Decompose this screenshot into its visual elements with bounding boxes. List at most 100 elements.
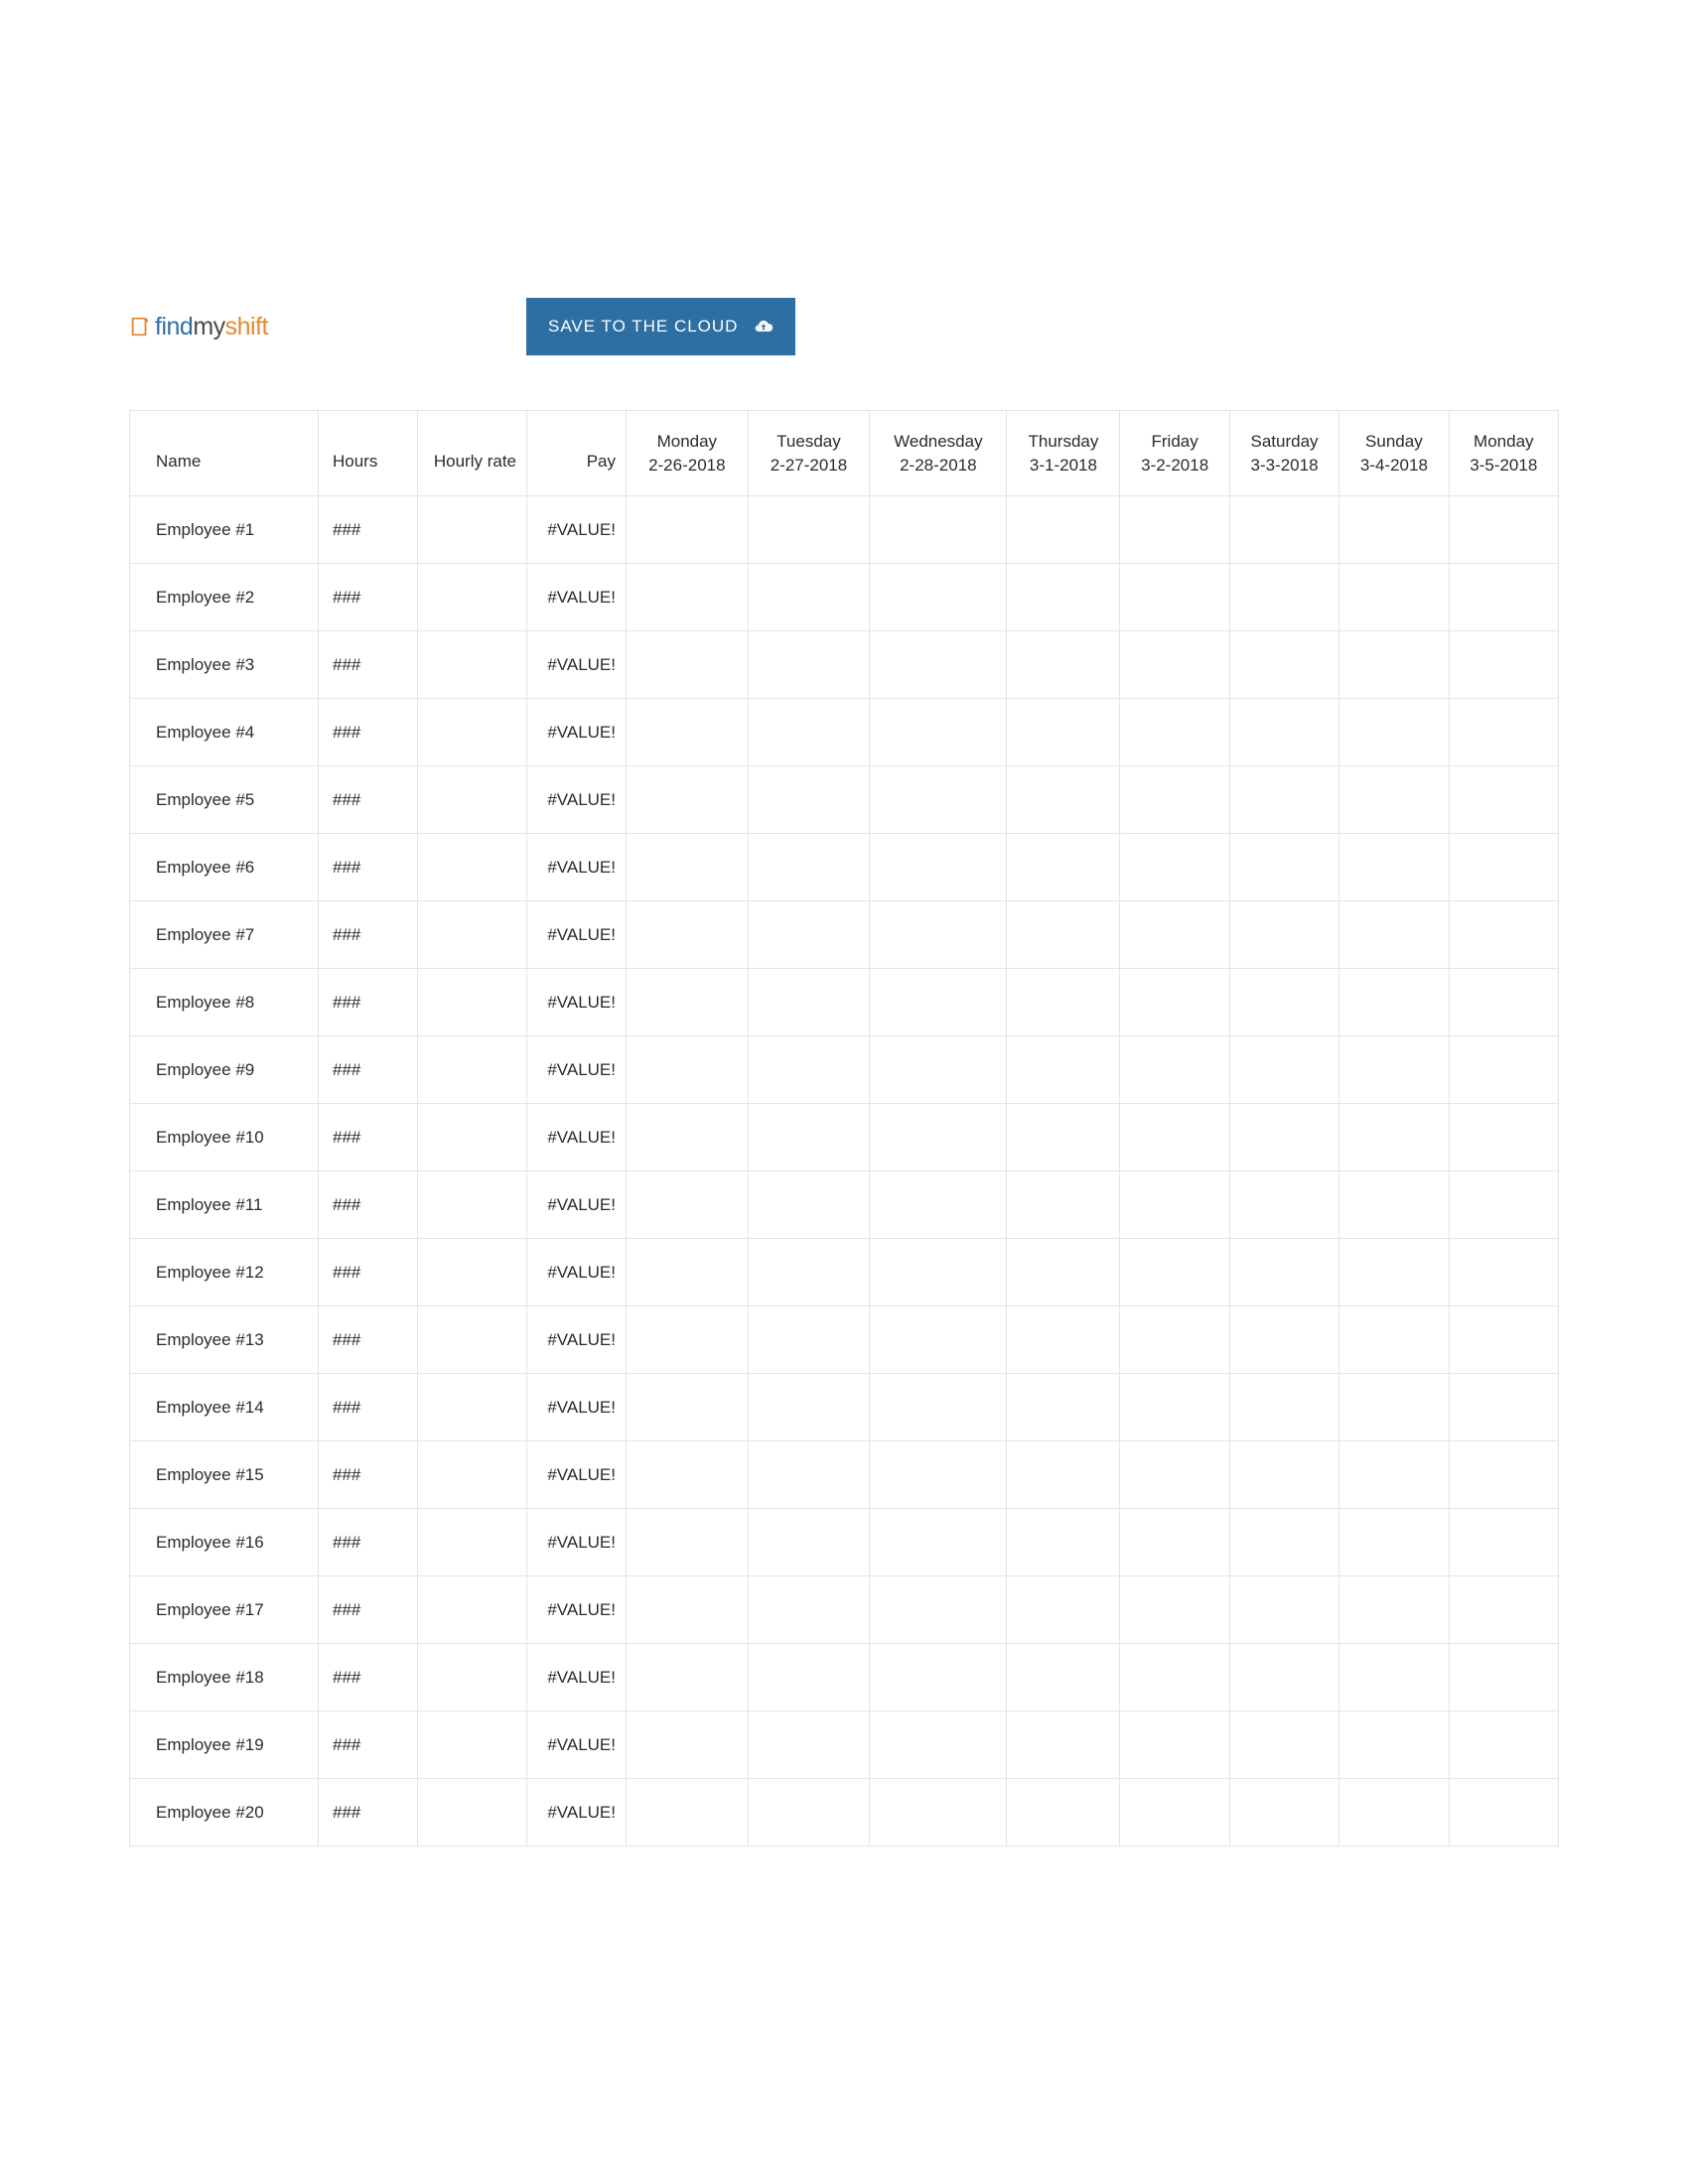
cell-shift[interactable] [1229, 1644, 1338, 1711]
cell-shift[interactable] [1007, 631, 1120, 699]
cell-pay[interactable]: #VALUE! [527, 631, 627, 699]
cell-shift[interactable] [627, 1239, 749, 1306]
cell-name[interactable]: Employee #4 [130, 699, 319, 766]
cell-shift[interactable] [1339, 564, 1449, 631]
cell-shift[interactable] [1007, 1576, 1120, 1644]
cell-shift[interactable] [748, 1036, 870, 1104]
cell-name[interactable]: Employee #6 [130, 834, 319, 901]
cell-shift[interactable] [1007, 1374, 1120, 1441]
cell-name[interactable]: Employee #18 [130, 1644, 319, 1711]
cell-hours[interactable]: ### [319, 901, 418, 969]
cell-shift[interactable] [1339, 901, 1449, 969]
cell-shift[interactable] [627, 631, 749, 699]
cell-shift[interactable] [1449, 1711, 1558, 1779]
cell-shift[interactable] [1120, 901, 1229, 969]
cell-shift[interactable] [1120, 1644, 1229, 1711]
cell-shift[interactable] [627, 1441, 749, 1509]
cell-name[interactable]: Employee #15 [130, 1441, 319, 1509]
cell-shift[interactable] [1339, 1374, 1449, 1441]
cell-shift[interactable] [1120, 1104, 1229, 1171]
cell-shift[interactable] [627, 1509, 749, 1576]
cell-hours[interactable]: ### [319, 1036, 418, 1104]
cell-pay[interactable]: #VALUE! [527, 1239, 627, 1306]
cell-shift[interactable] [1229, 1036, 1338, 1104]
cell-shift[interactable] [748, 496, 870, 564]
cell-hours[interactable]: ### [319, 834, 418, 901]
cell-name[interactable]: Employee #11 [130, 1171, 319, 1239]
cell-pay[interactable]: #VALUE! [527, 1374, 627, 1441]
cell-shift[interactable] [627, 496, 749, 564]
cell-shift[interactable] [1120, 969, 1229, 1036]
cell-shift[interactable] [1229, 1104, 1338, 1171]
cell-hourly-rate[interactable] [418, 1374, 527, 1441]
cell-shift[interactable] [748, 631, 870, 699]
cell-hours[interactable]: ### [319, 1644, 418, 1711]
cell-shift[interactable] [748, 1306, 870, 1374]
cell-shift[interactable] [1229, 1509, 1338, 1576]
cell-shift[interactable] [1449, 564, 1558, 631]
cell-shift[interactable] [1449, 631, 1558, 699]
cell-name[interactable]: Employee #8 [130, 969, 319, 1036]
cell-shift[interactable] [627, 1779, 749, 1846]
cell-shift[interactable] [1339, 1104, 1449, 1171]
cell-shift[interactable] [1120, 1171, 1229, 1239]
cell-name[interactable]: Employee #13 [130, 1306, 319, 1374]
cell-shift[interactable] [748, 1711, 870, 1779]
cell-pay[interactable]: #VALUE! [527, 699, 627, 766]
cell-shift[interactable] [748, 1509, 870, 1576]
cell-pay[interactable]: #VALUE! [527, 1036, 627, 1104]
cell-shift[interactable] [1007, 564, 1120, 631]
cell-hours[interactable]: ### [319, 969, 418, 1036]
cell-name[interactable]: Employee #17 [130, 1576, 319, 1644]
cell-shift[interactable] [1229, 496, 1338, 564]
cell-shift[interactable] [1229, 766, 1338, 834]
cell-pay[interactable]: #VALUE! [527, 1171, 627, 1239]
cell-shift[interactable] [1120, 699, 1229, 766]
cell-shift[interactable] [627, 766, 749, 834]
cell-shift[interactable] [1229, 1306, 1338, 1374]
cell-shift[interactable] [1339, 699, 1449, 766]
cell-shift[interactable] [748, 1239, 870, 1306]
cell-shift[interactable] [1339, 969, 1449, 1036]
cell-hours[interactable]: ### [319, 1509, 418, 1576]
cell-hours[interactable]: ### [319, 496, 418, 564]
cell-shift[interactable] [748, 564, 870, 631]
cell-shift[interactable] [748, 1104, 870, 1171]
cell-shift[interactable] [748, 1576, 870, 1644]
cell-shift[interactable] [1449, 1779, 1558, 1846]
cell-shift[interactable] [1339, 1711, 1449, 1779]
cell-name[interactable]: Employee #16 [130, 1509, 319, 1576]
cell-shift[interactable] [627, 901, 749, 969]
cell-shift[interactable] [1229, 834, 1338, 901]
cell-shift[interactable] [1120, 1441, 1229, 1509]
cell-shift[interactable] [1007, 1306, 1120, 1374]
cell-hourly-rate[interactable] [418, 699, 527, 766]
cell-shift[interactable] [870, 969, 1007, 1036]
cell-shift[interactable] [1120, 1306, 1229, 1374]
cell-shift[interactable] [1229, 699, 1338, 766]
cell-shift[interactable] [870, 1711, 1007, 1779]
cell-shift[interactable] [1449, 1239, 1558, 1306]
cell-shift[interactable] [1229, 1779, 1338, 1846]
cell-hourly-rate[interactable] [418, 1441, 527, 1509]
cell-hourly-rate[interactable] [418, 1306, 527, 1374]
save-to-cloud-button[interactable]: SAVE TO THE CLOUD [526, 298, 795, 355]
cell-shift[interactable] [627, 1711, 749, 1779]
cell-hourly-rate[interactable] [418, 834, 527, 901]
cell-shift[interactable] [1229, 564, 1338, 631]
cell-shift[interactable] [748, 699, 870, 766]
cell-shift[interactable] [1120, 496, 1229, 564]
cell-pay[interactable]: #VALUE! [527, 496, 627, 564]
cell-shift[interactable] [1007, 1104, 1120, 1171]
cell-shift[interactable] [748, 1779, 870, 1846]
cell-shift[interactable] [1120, 1711, 1229, 1779]
cell-shift[interactable] [1449, 1576, 1558, 1644]
cell-shift[interactable] [1339, 1509, 1449, 1576]
cell-shift[interactable] [1007, 1441, 1120, 1509]
cell-hourly-rate[interactable] [418, 1644, 527, 1711]
cell-shift[interactable] [748, 1441, 870, 1509]
cell-hours[interactable]: ### [319, 1779, 418, 1846]
cell-pay[interactable]: #VALUE! [527, 1509, 627, 1576]
cell-shift[interactable] [1449, 1306, 1558, 1374]
cell-hourly-rate[interactable] [418, 1036, 527, 1104]
